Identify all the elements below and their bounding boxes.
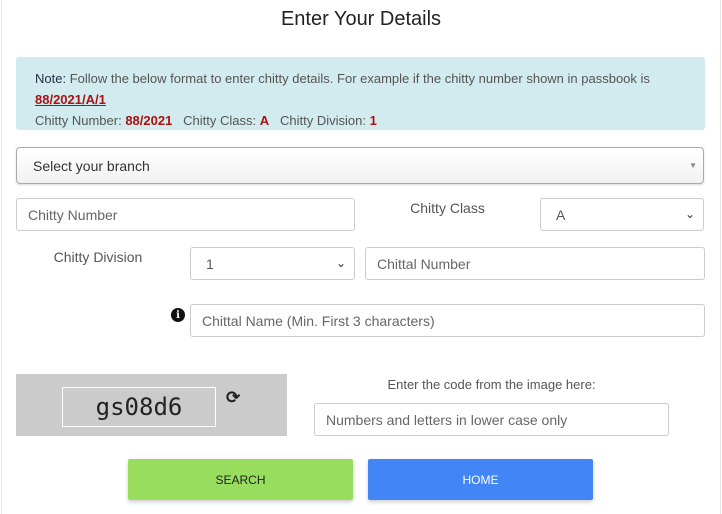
refresh-icon[interactable]: ⟳ (226, 388, 240, 408)
note-class-value: A (259, 113, 270, 128)
captcha-input[interactable]: Numbers and letters in lower case only (314, 403, 669, 436)
chittal-number-input[interactable]: Chittal Number (365, 247, 705, 280)
captcha-placeholder: Numbers and letters in lower case only (326, 411, 568, 428)
note-label: Note: (35, 71, 67, 86)
info-icon[interactable]: i (171, 308, 185, 322)
chittal-name-placeholder: Chittal Name (Min. First 3 characters) (202, 312, 435, 329)
chitty-number-input[interactable]: Chitty Number (16, 198, 355, 231)
chitty-class-select[interactable]: A ⌄ (540, 198, 704, 231)
page-title: Enter Your Details (280, 8, 442, 30)
note-division-label: Chitty Division: (280, 113, 366, 128)
branch-placeholder: Select your branch (33, 157, 150, 174)
chitty-number-placeholder: Chitty Number (28, 206, 118, 223)
note-class-label: Chitty Class: (183, 113, 257, 128)
chittal-name-input[interactable]: Chittal Name (Min. First 3 characters) (190, 304, 705, 337)
note-text: Follow the below format to enter chitty … (66, 71, 650, 86)
note-number-value: 88/2021 (125, 113, 173, 128)
note-example: 88/2021/A/1 (35, 92, 106, 107)
chevron-down-icon: ⌄ (684, 207, 695, 221)
chittal-number-placeholder: Chittal Number (377, 255, 471, 272)
chitty-division-value: 1 (206, 255, 214, 272)
captcha-code: gs08d6 (62, 387, 216, 427)
note-box: Note: Follow the below format to enter c… (16, 57, 705, 130)
branch-select[interactable]: Select your branch ▼ (16, 147, 704, 184)
chitty-division-select[interactable]: 1 ⌄ (190, 247, 355, 280)
captcha-prompt: Enter the code from the image here: (387, 377, 596, 392)
chitty-class-value: A (556, 206, 566, 223)
chitty-division-label: Chitty Division (53, 249, 143, 265)
search-button[interactable]: SEARCH (128, 459, 353, 500)
note-division-value: 1 (369, 113, 377, 128)
chevron-down-icon: ⌄ (335, 256, 346, 270)
note-number-label: Chitty Number: (35, 113, 122, 128)
chitty-class-label: Chitty Class (410, 200, 485, 216)
dropdown-arrow-icon: ▼ (689, 161, 697, 170)
home-button[interactable]: HOME (368, 459, 593, 500)
